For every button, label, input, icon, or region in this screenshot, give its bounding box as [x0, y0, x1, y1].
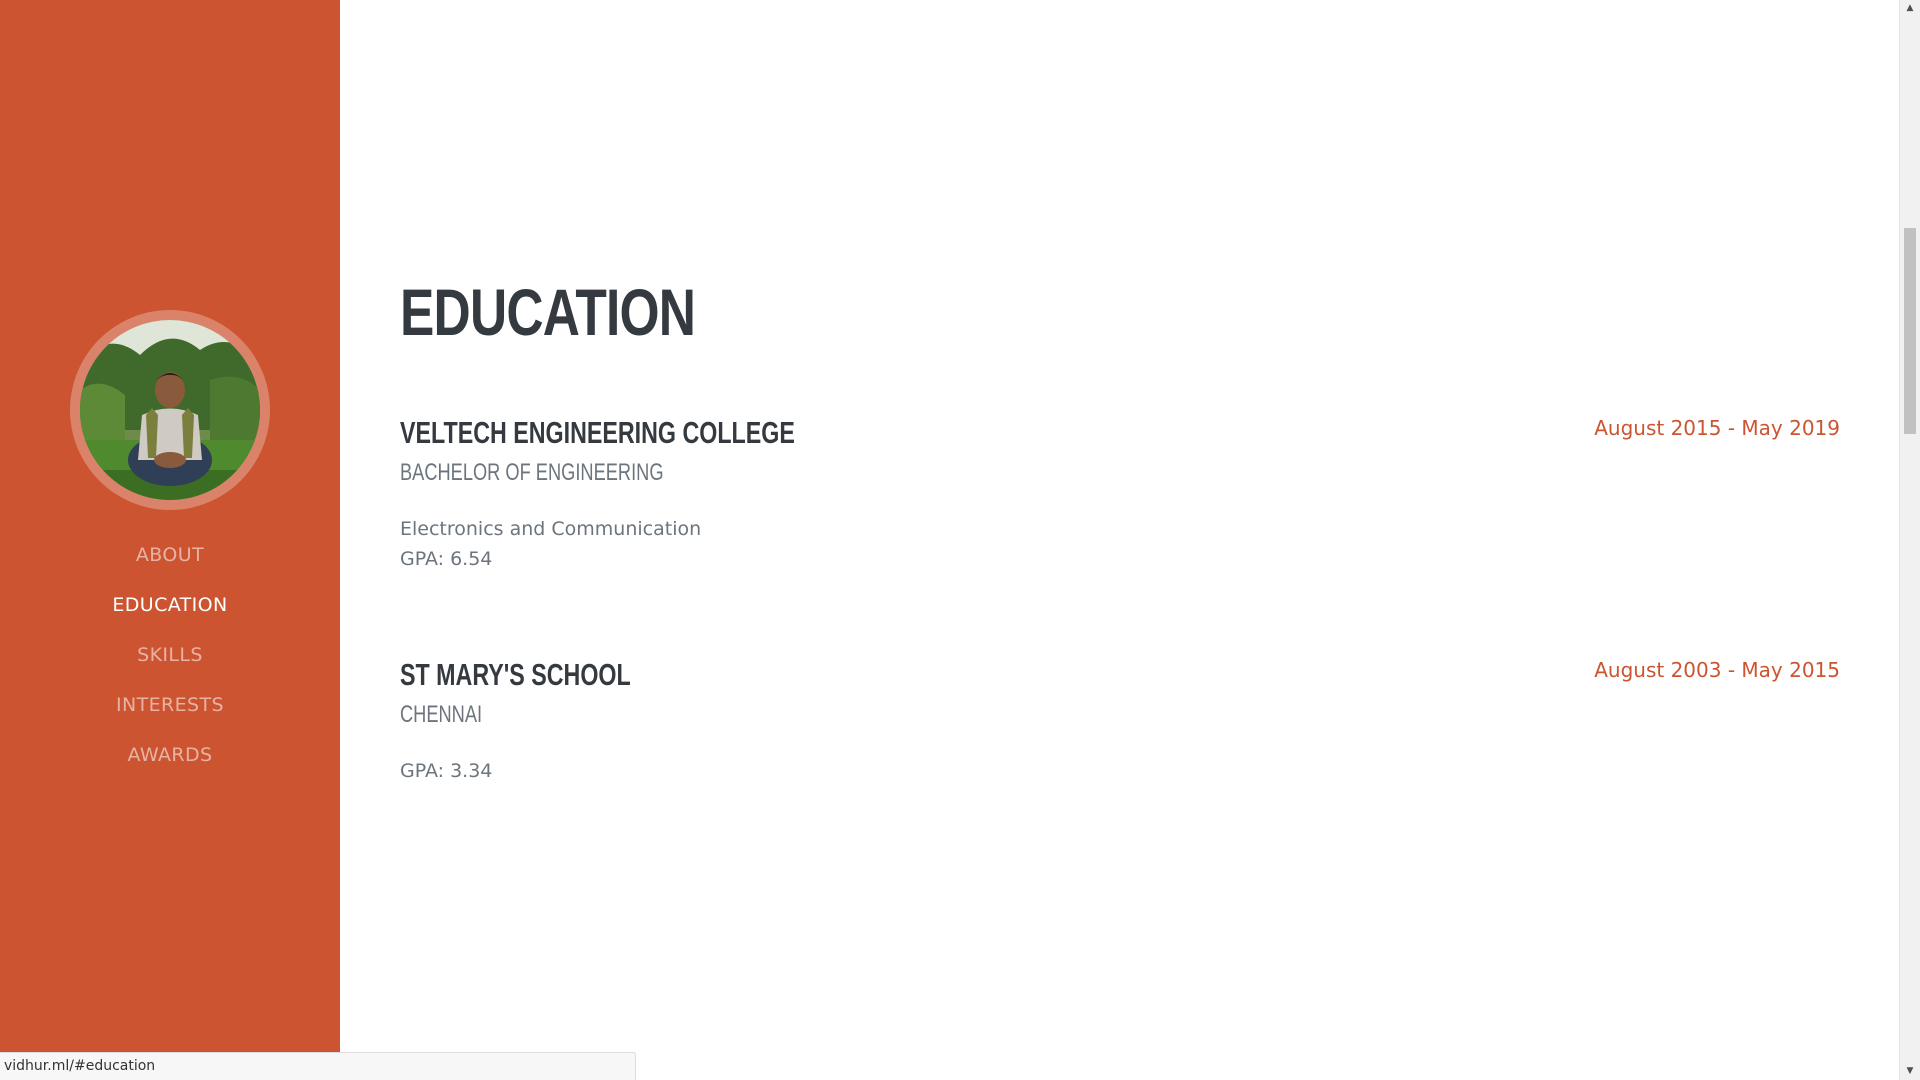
scroll-up-icon[interactable]: ▲	[1900, 0, 1920, 17]
avatar-photo	[80, 320, 260, 500]
entry-subtitle: BACHELOR OF ENGINEERING	[400, 459, 664, 486]
avatar[interactable]	[80, 320, 260, 500]
scroll-down-icon[interactable]: ▼	[1900, 1063, 1920, 1080]
entry-school: VELTECH ENGINEERING COLLEGE	[400, 415, 795, 450]
entry-subtitle: CHENNAI	[400, 701, 483, 728]
education-entry: ST MARY'S SCHOOL CHENNAI GPA: 3.34 Augus…	[400, 655, 1840, 786]
status-bar-url: vidhur.ml/#education	[0, 1052, 636, 1080]
section-title: EDUCATION	[400, 275, 696, 349]
sidebar-nav: ABOUT EDUCATION SKILLS INTERESTS AWARDS	[0, 535, 340, 785]
scroll-thumb[interactable]	[1904, 228, 1916, 434]
main-content: EDUCATION VELTECH ENGINEERING COLLEGE BA…	[400, 0, 1840, 1080]
sidebar: ABOUT EDUCATION SKILLS INTERESTS AWARDS	[0, 0, 340, 1080]
entry-detail: GPA: 6.54	[400, 548, 493, 570]
education-entry: VELTECH ENGINEERING COLLEGE BACHELOR OF …	[400, 413, 1840, 574]
entry-date: August 2015 - May 2019	[1594, 416, 1840, 440]
nav-item-education[interactable]: EDUCATION	[0, 585, 340, 635]
nav-item-about[interactable]: ABOUT	[0, 535, 340, 585]
scrollbar[interactable]: ▲ ▼	[1899, 0, 1920, 1080]
nav-item-interests[interactable]: INTERESTS	[0, 685, 340, 735]
entry-school: ST MARY'S SCHOOL	[400, 657, 631, 692]
entry-detail: Electronics and Communication	[400, 518, 702, 540]
entry-detail: GPA: 3.34	[400, 760, 493, 782]
nav-item-skills[interactable]: SKILLS	[0, 635, 340, 685]
entry-date: August 2003 - May 2015	[1594, 658, 1840, 682]
avatar-ring	[70, 310, 270, 510]
nav-item-awards[interactable]: AWARDS	[0, 735, 340, 785]
